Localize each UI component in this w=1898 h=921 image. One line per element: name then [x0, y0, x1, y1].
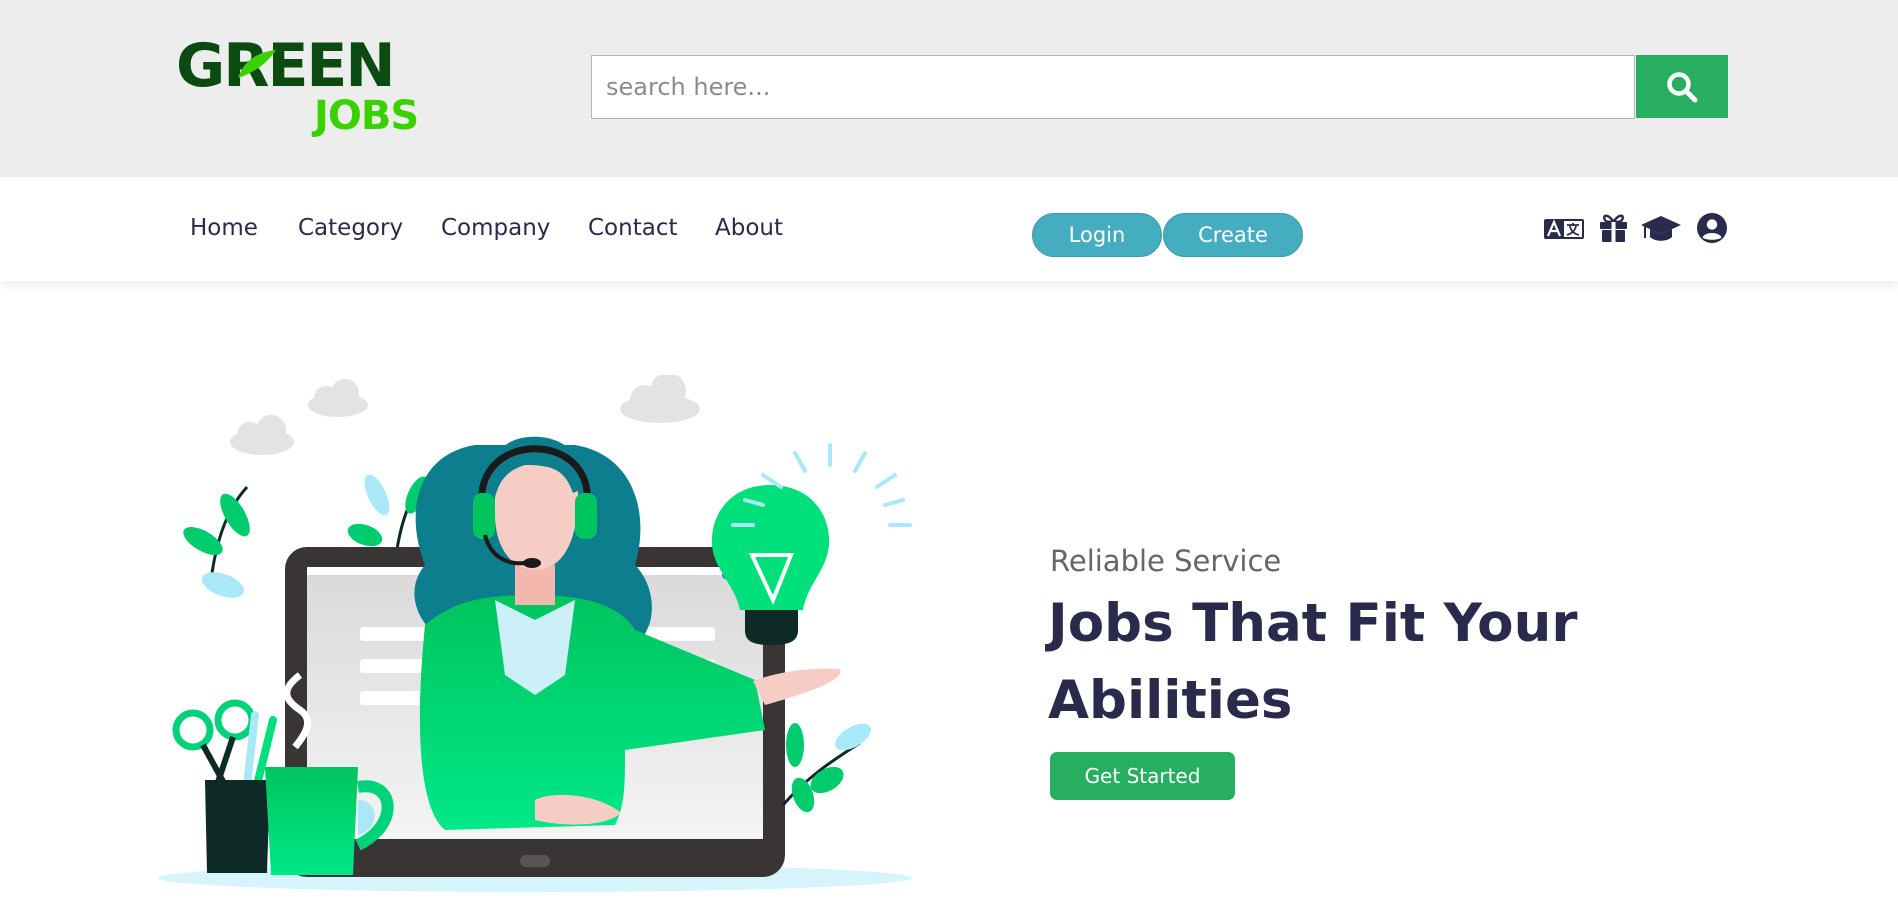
- search-icon: [1667, 71, 1698, 102]
- create-button[interactable]: Create: [1163, 213, 1303, 257]
- language-icon[interactable]: [1544, 213, 1584, 243]
- nav-company[interactable]: Company: [441, 213, 550, 243]
- gift-icon[interactable]: [1600, 213, 1627, 243]
- logo-leaf-icon: [238, 50, 276, 78]
- top-bar: GREEN JOBS: [0, 0, 1898, 177]
- hero-illustration: [158, 375, 912, 892]
- search-input[interactable]: [591, 55, 1635, 119]
- hero-headline: Jobs That Fit Your Abilities: [1048, 593, 1578, 731]
- nav-contact[interactable]: Contact: [588, 213, 677, 243]
- nav-category[interactable]: Category: [298, 213, 403, 243]
- nav-about[interactable]: About: [715, 213, 783, 243]
- search-bar: [591, 55, 1728, 119]
- hero-eyebrow: Reliable Service: [1050, 544, 1282, 578]
- logo-word-jobs: JOBS: [314, 93, 419, 139]
- login-button[interactable]: Login: [1032, 213, 1162, 257]
- logo-word-green: GREEN: [176, 31, 396, 101]
- user-icon[interactable]: [1697, 213, 1727, 243]
- main-nav: Home Category Company Contact About Logi…: [0, 177, 1898, 281]
- nav-home[interactable]: Home: [190, 213, 258, 243]
- graduation-cap-icon[interactable]: [1641, 213, 1681, 243]
- logo[interactable]: GREEN JOBS: [176, 31, 419, 144]
- search-button[interactable]: [1636, 55, 1728, 118]
- get-started-button[interactable]: Get Started: [1050, 752, 1235, 800]
